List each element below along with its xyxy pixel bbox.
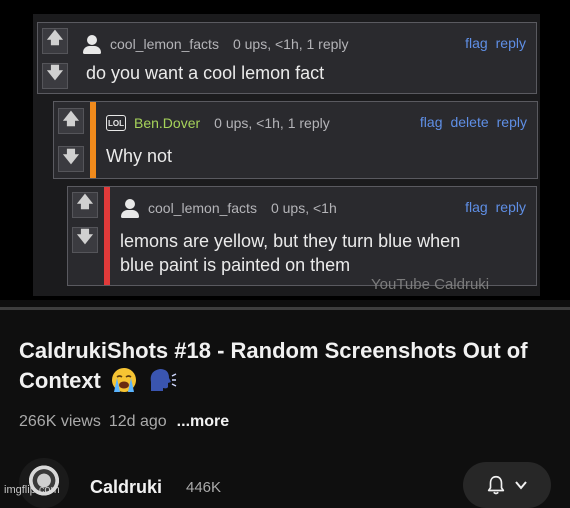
comment-username[interactable]: Ben.Dover [134,115,200,131]
person-icon [82,34,102,54]
reply-indent-bar [90,102,96,178]
video-progress-bar[interactable] [0,307,570,310]
downvote-arrow-icon[interactable]: 🡇 [58,146,84,172]
comment-meta: 0 ups, <1h, 1 reply [232,36,349,52]
watermark: YouTube Caldruki [371,276,490,293]
comment-actions: flag reply [465,35,526,51]
more-link[interactable]: ...more [177,413,229,431]
flag-link[interactable]: flag [465,199,488,215]
comment-body: do you want a cool lemon fact [86,61,324,85]
comment-2: 🡅 🡇 LOL Ben.Dover 0 ups, <1h, 1 reply fl… [53,101,538,179]
comment-1: 🡅 🡇 cool_lemon_facts 0 ups, <1h, 1 reply… [37,22,537,94]
downvote-arrow-icon[interactable]: 🡇 [72,226,98,253]
bell-icon [487,475,505,495]
vote-column: 🡅 🡇 [54,102,88,178]
chevron-down-icon [515,481,527,490]
vote-column: 🡅 🡇 [38,23,72,93]
comment-username[interactable]: cool_lemon_facts [110,36,219,52]
speaking-head-icon [150,369,177,391]
view-count: 266K views [19,413,101,430]
loudly-crying-face-icon [112,368,137,392]
comment-thread: 🡅 🡇 cool_lemon_facts 0 ups, <1h, 1 reply… [33,14,540,296]
reply-link[interactable]: reply [497,114,527,130]
reply-link[interactable]: reply [496,199,526,215]
comment-header: cool_lemon_facts 0 ups, <1h, 1 reply [82,34,349,54]
subscriber-count: 446K [186,479,222,496]
comment-body: lemons are yellow, but they turn blue wh… [120,229,460,277]
imgflip-watermark: imgflip.com [4,484,60,496]
comment-username[interactable]: cool_lemon_facts [148,200,257,216]
channel-avatar[interactable] [19,458,69,508]
comment-meta: 0 ups, <1h, 1 reply [214,115,330,131]
upvote-arrow-icon[interactable]: 🡅 [58,108,84,134]
video-title: CaldrukiShots #18 - Random Screenshots O… [19,336,539,396]
comment-header: cool_lemon_facts 0 ups, <1h [120,198,337,218]
comment-text: do you want a cool lemon fact [86,63,325,83]
comment-body: Why not [106,144,172,168]
flag-link[interactable]: flag [420,114,443,130]
comment-text-line-1: lemons are yellow, but they turn blue wh… [120,231,461,251]
person-icon [120,198,140,218]
upload-age: 12d ago [108,413,167,430]
comment-header: LOL Ben.Dover 0 ups, <1h, 1 reply [106,113,330,133]
comment-text: Why not [106,146,173,166]
downvote-arrow-icon[interactable]: 🡇 [42,62,68,89]
video-stats: 266K views 12d ago ...more [19,413,229,431]
flag-link[interactable]: flag [465,35,488,51]
notification-bell-button[interactable] [463,462,551,508]
comment-meta: 0 ups, <1h [270,200,337,216]
delete-link[interactable]: delete [450,114,488,130]
comment-screenshot: 🡅 🡇 cool_lemon_facts 0 ups, <1h, 1 reply… [0,0,570,300]
vote-column: 🡅 🡇 [68,187,102,257]
video-title-text: CaldrukiShots #18 - Random Screenshots O… [19,338,528,393]
comment-actions: flag delete reply [420,114,527,130]
reply-indent-bar [104,187,110,285]
channel-name[interactable]: Caldruki [90,477,162,498]
lol-icon: LOL [106,115,126,131]
reply-link[interactable]: reply [496,35,526,51]
comment-actions: flag reply [465,199,526,215]
upvote-arrow-icon[interactable]: 🡅 [72,191,98,218]
upvote-arrow-icon[interactable]: 🡅 [42,27,68,54]
comment-text-line-2: blue paint is painted on them [120,255,351,275]
comment-3: 🡅 🡇 cool_lemon_facts 0 ups, <1h flag rep… [67,186,537,286]
